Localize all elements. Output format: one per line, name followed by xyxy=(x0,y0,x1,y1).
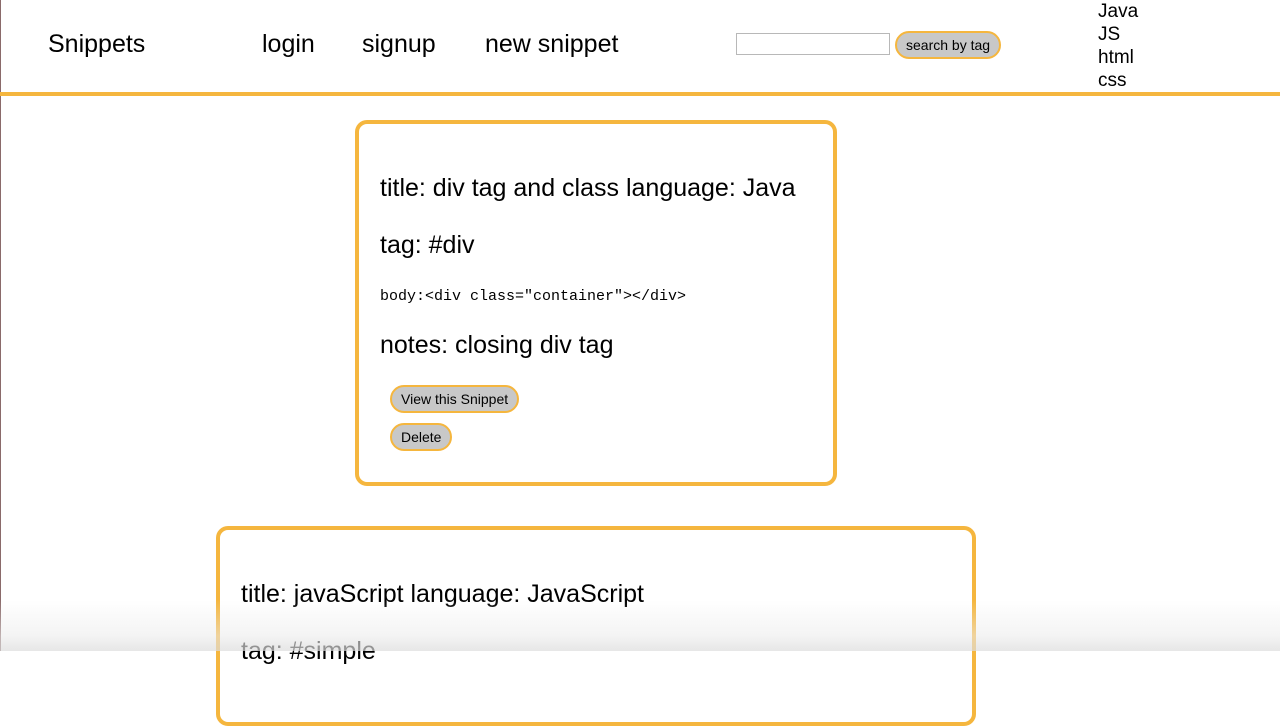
snippet-body: body:<div class="container"></div> xyxy=(380,288,687,305)
language-list: Java JS html css xyxy=(1098,0,1138,92)
tag-search-input[interactable] xyxy=(736,33,890,55)
snippet-tag: tag: #div xyxy=(380,231,475,259)
new-snippet-link[interactable]: new snippet xyxy=(485,30,618,59)
view-snippet-button[interactable]: View this Snippet xyxy=(390,385,520,413)
signup-link[interactable]: signup xyxy=(362,30,436,59)
top-nav: Snippets login signup new snippet search… xyxy=(0,0,1280,96)
snippet-card: title: javaScript language: JavaScript t… xyxy=(216,526,976,726)
delete-button[interactable]: Delete xyxy=(390,423,453,451)
language-item-java[interactable]: Java xyxy=(1098,0,1138,23)
login-link[interactable]: login xyxy=(262,30,315,59)
snippet-tag: tag: #simple xyxy=(241,637,376,665)
language-item-js[interactable]: JS xyxy=(1098,23,1138,46)
snippet-title-language: title: javaScript language: JavaScript xyxy=(241,580,644,608)
window-edge xyxy=(0,0,1,651)
language-item-css[interactable]: css xyxy=(1098,69,1138,92)
search-by-tag-button[interactable]: search by tag xyxy=(895,31,1002,59)
language-item-html[interactable]: html xyxy=(1098,46,1138,69)
brand-title: Snippets xyxy=(48,30,146,58)
snippet-card: title: div tag and class language: Java … xyxy=(355,120,837,486)
snippet-notes: notes: closing div tag xyxy=(380,331,614,359)
snippet-title-language: title: div tag and class language: Java xyxy=(380,174,796,202)
